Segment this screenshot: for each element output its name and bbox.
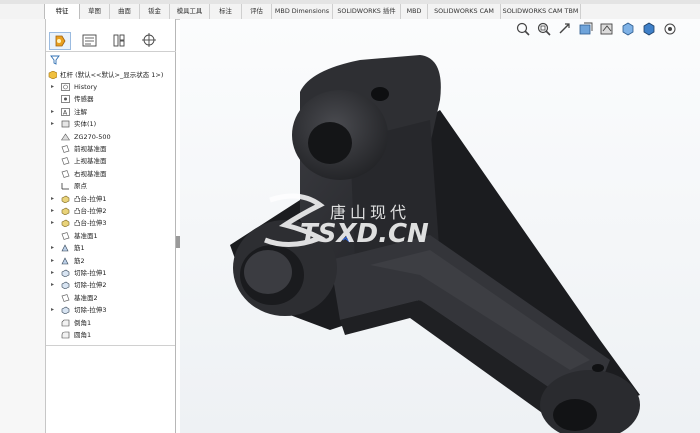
zoom-to-fit-icon[interactable] bbox=[515, 21, 531, 37]
panel-tab-strip bbox=[46, 31, 176, 52]
tree-item-label: 实体(1) bbox=[74, 120, 97, 129]
tree-divider bbox=[46, 345, 175, 346]
tab-10[interactable]: SOLIDWORKS CAM bbox=[428, 4, 501, 19]
tree-item-label: 筋1 bbox=[74, 244, 85, 253]
origin-icon bbox=[61, 183, 69, 190]
extrude-icon bbox=[61, 220, 70, 228]
feature-manager-icon bbox=[55, 35, 66, 47]
feature-manager-panel: 杠杆 (默认<<默认>_显示状态 1>) ▸ History 传感器 ▸ A 注解 ▸ 实体(… bbox=[45, 19, 176, 433]
tree-item-label: 凸台-拉伸2 bbox=[74, 207, 107, 215]
tree-item-label: 上视基准面 bbox=[74, 157, 107, 166]
tab-2[interactable]: 曲面 bbox=[110, 4, 140, 19]
section-view-icon[interactable] bbox=[578, 21, 594, 37]
lever-part-model: 唐山现代 TSXD.CN bbox=[230, 55, 640, 433]
zoom-area-icon[interactable] bbox=[536, 21, 552, 37]
view-orientation-icon[interactable] bbox=[620, 21, 636, 37]
tree-item-label: 传感器 bbox=[74, 95, 94, 104]
plane-icon bbox=[61, 157, 70, 166]
tree-item-label: 右视基准面 bbox=[74, 169, 107, 178]
tab-7[interactable]: MBD Dimensions bbox=[272, 4, 333, 19]
tree-item-label: 凸台-拉伸1 bbox=[74, 194, 107, 203]
tab-9[interactable]: MBD bbox=[401, 4, 428, 19]
top-pin-hole bbox=[371, 87, 389, 101]
history-icon bbox=[61, 83, 70, 91]
tab-0[interactable]: 特征 bbox=[44, 4, 80, 19]
tree-item-label: 基准面2 bbox=[74, 293, 98, 302]
expand-arrow-icon[interactable]: ▸ bbox=[51, 217, 54, 229]
tree-item-label: 注解 bbox=[74, 107, 87, 116]
tree-item-label: 筋2 bbox=[74, 256, 85, 265]
left-margin bbox=[0, 19, 45, 433]
feature-manager-tab[interactable] bbox=[49, 32, 71, 50]
property-manager-tab[interactable] bbox=[79, 32, 101, 50]
plane-icon bbox=[61, 231, 70, 240]
tab-4[interactable]: 模具工具 bbox=[170, 4, 210, 19]
plane-icon bbox=[61, 169, 70, 178]
filter-icon[interactable] bbox=[50, 55, 60, 65]
cut-icon bbox=[61, 306, 70, 315]
tab-1[interactable]: 草图 bbox=[80, 4, 110, 19]
tree-item-label: 切除-拉伸1 bbox=[74, 269, 107, 277]
configuration-manager-icon bbox=[113, 34, 125, 47]
expand-arrow-icon[interactable]: ▸ bbox=[51, 193, 54, 205]
tree-item-label: ZG270-500 bbox=[74, 132, 111, 141]
dimxpert-tab[interactable] bbox=[139, 32, 161, 50]
bottom-pin-hole bbox=[592, 364, 604, 372]
cut-icon bbox=[61, 282, 70, 290]
cut-icon bbox=[61, 269, 70, 277]
expand-arrow-icon[interactable]: ▸ bbox=[51, 81, 54, 93]
top-boss-hole bbox=[308, 122, 352, 164]
rib-icon bbox=[61, 244, 69, 252]
tab-6[interactable]: 评估 bbox=[242, 4, 272, 19]
extrude-icon bbox=[61, 195, 70, 203]
hide-show-icon[interactable] bbox=[662, 21, 678, 37]
tree-item-label: 切除-拉伸3 bbox=[74, 306, 107, 315]
part-icon bbox=[48, 71, 57, 79]
root-label: 杠杆 (默认<<默认>_显示状态 1>) bbox=[60, 71, 164, 79]
bottom-boss-hole bbox=[553, 399, 597, 431]
annotation-icon: A bbox=[61, 107, 70, 116]
fillet-icon bbox=[61, 331, 70, 339]
expand-arrow-icon[interactable]: ▸ bbox=[51, 205, 54, 217]
dynamic-annotation-icon[interactable] bbox=[599, 21, 615, 37]
material-icon bbox=[61, 133, 70, 140]
tree-item-label: 切除-拉伸2 bbox=[74, 281, 107, 290]
configuration-manager-tab[interactable] bbox=[109, 32, 131, 50]
graphics-area[interactable]: 唐山现代 TSXD.CN bbox=[180, 19, 700, 433]
previous-view-icon[interactable] bbox=[557, 21, 573, 37]
display-style-icon[interactable] bbox=[641, 21, 657, 37]
left-boss-bore-inner bbox=[244, 250, 292, 294]
tree-item-label: 原点 bbox=[74, 182, 87, 191]
tree-item-label: 基准面1 bbox=[74, 231, 98, 240]
expand-arrow-icon[interactable]: ▸ bbox=[51, 242, 54, 254]
dimxpert-icon bbox=[142, 33, 156, 47]
expand-arrow-icon[interactable]: ▸ bbox=[51, 118, 54, 130]
expand-arrow-icon[interactable]: ▸ bbox=[51, 106, 54, 118]
property-manager-icon bbox=[82, 34, 97, 47]
tab-5[interactable]: 标注 bbox=[210, 4, 242, 19]
expand-arrow-icon[interactable]: ▸ bbox=[51, 304, 54, 316]
tree-item-label: History bbox=[74, 83, 98, 91]
expand-arrow-icon[interactable]: ▸ bbox=[51, 255, 54, 267]
rib-icon bbox=[61, 256, 69, 264]
extrude-icon bbox=[61, 207, 70, 215]
tree-item-label: 凸台-拉伸3 bbox=[74, 219, 107, 228]
expand-arrow-icon[interactable]: ▸ bbox=[51, 267, 54, 279]
plane-icon bbox=[61, 293, 70, 302]
tab-11[interactable]: SOLIDWORKS CAM TBM bbox=[501, 4, 581, 19]
sensor-icon bbox=[61, 95, 70, 104]
watermark-en: TSXD.CN bbox=[300, 219, 429, 249]
tree-item-label: 圆角1 bbox=[74, 331, 92, 339]
tree-item-label: 前视基准面 bbox=[74, 145, 107, 153]
tree-item-label: 倒角1 bbox=[74, 318, 92, 327]
solid-bodies-icon bbox=[61, 120, 70, 128]
tab-8[interactable]: SOLIDWORKS 插件 bbox=[333, 4, 401, 19]
tab-3[interactable]: 钣金 bbox=[140, 4, 170, 19]
expand-arrow-icon[interactable]: ▸ bbox=[51, 279, 54, 291]
plane-icon bbox=[61, 145, 70, 153]
command-manager-tabs: 特征 草图 曲面 钣金 模具工具 标注 评估 MBD Dimensions SOLIDWORKS… bbox=[0, 0, 700, 20]
chamfer-icon bbox=[61, 319, 70, 326]
